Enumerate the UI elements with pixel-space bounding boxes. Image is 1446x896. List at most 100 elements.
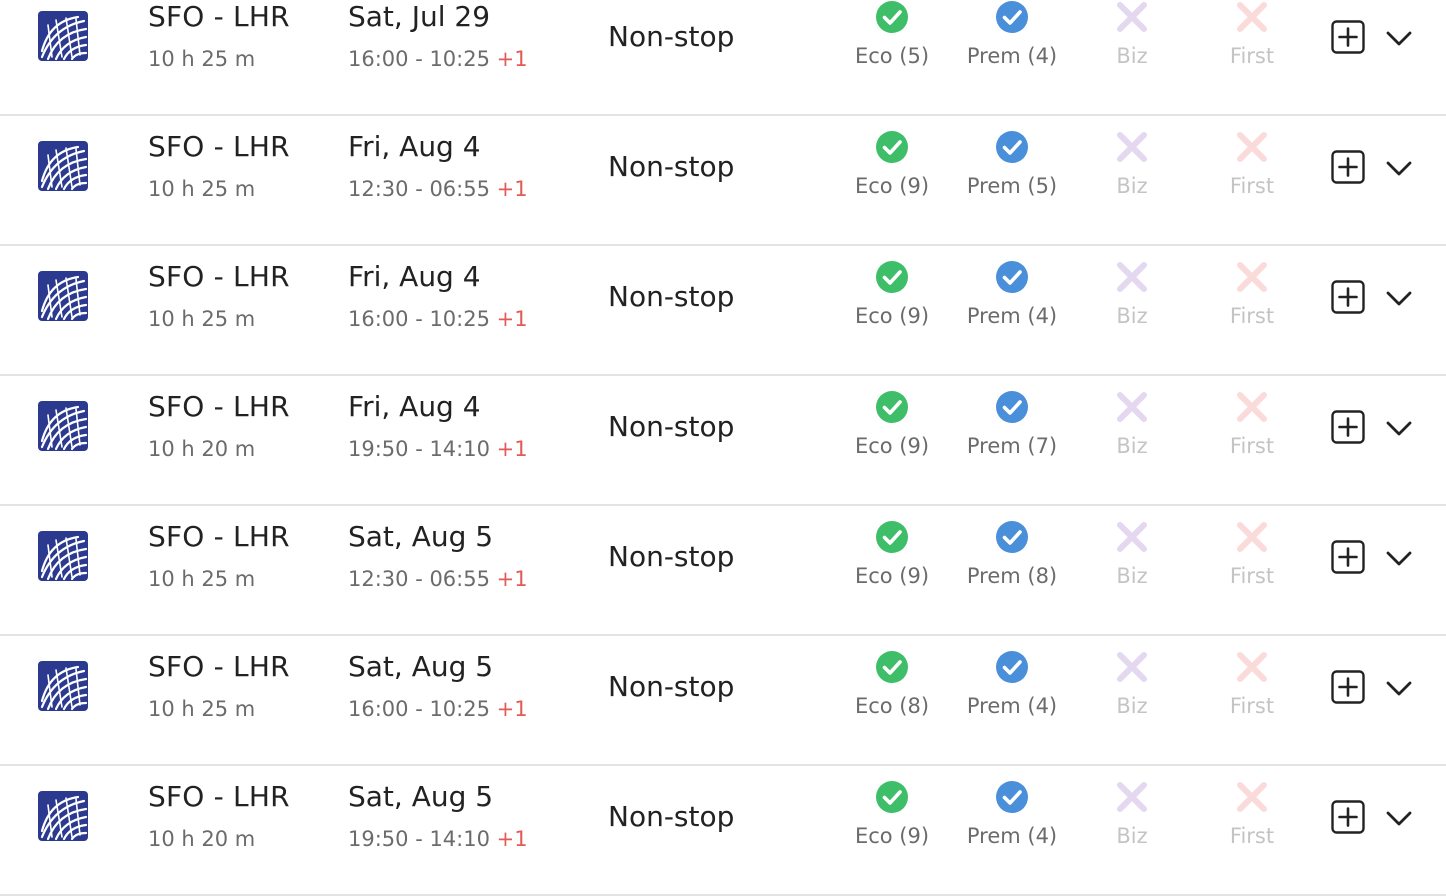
expand-details-button[interactable] (1384, 26, 1414, 50)
expand-details-button[interactable] (1384, 156, 1414, 180)
add-flight-button[interactable] (1331, 670, 1365, 704)
next-day-indicator: +1 (496, 177, 528, 201)
expand-details-button[interactable] (1384, 286, 1414, 310)
add-flight-button[interactable] (1331, 540, 1365, 574)
airline-logo-icon (38, 531, 88, 581)
x-pink-icon (1235, 650, 1269, 684)
airline-logo-icon (38, 271, 88, 321)
flight-row[interactable]: SFO - LHR 10 h 25 m Sat, Aug 5 12:30 - 06:5… (0, 506, 1446, 636)
cabin-prem[interactable]: Prem (5) (947, 130, 1077, 198)
expand-details-button[interactable] (1384, 546, 1414, 570)
x-pink-icon (1235, 520, 1269, 554)
cabin-eco[interactable]: Eco (9) (827, 780, 957, 848)
cabin-eco[interactable]: Eco (9) (827, 390, 957, 458)
cabin-first: First (1187, 780, 1317, 848)
add-flight-button[interactable] (1331, 20, 1365, 54)
plus-square-icon (1331, 410, 1365, 444)
stops-label: Non-stop (608, 150, 735, 183)
stops-label: Non-stop (608, 540, 735, 573)
expand-details-button[interactable] (1384, 806, 1414, 830)
route-label: SFO - LHR (148, 520, 290, 553)
flight-duration: 10 h 25 m (148, 47, 256, 71)
flight-row[interactable]: SFO - LHR 10 h 25 m Fri, Aug 4 12:30 - 06:5… (0, 116, 1446, 246)
flight-date: Fri, Aug 4 (348, 260, 481, 293)
chevron-down-icon (1386, 31, 1412, 46)
flight-times: 19:50 - 14:10 +1 (348, 437, 528, 461)
departure-arrival-times: 16:00 - 10:25 (348, 307, 490, 331)
plus-square-icon (1331, 20, 1365, 54)
flight-row[interactable]: SFO - LHR 10 h 20 m Fri, Aug 4 19:50 - 14:1… (0, 376, 1446, 506)
check-circle-blue-icon (995, 520, 1029, 554)
next-day-indicator: +1 (496, 567, 528, 591)
chevron-down-icon (1386, 551, 1412, 566)
flight-row[interactable]: SFO - LHR 10 h 25 m Fri, Aug 4 16:00 - 10:2… (0, 246, 1446, 376)
stops-label: Non-stop (608, 20, 735, 53)
flight-row[interactable]: SFO - LHR 10 h 25 m Sat, Aug 5 16:00 - 10:2… (0, 636, 1446, 766)
expand-details-button[interactable] (1384, 416, 1414, 440)
x-lavender-icon (1115, 0, 1149, 34)
cabin-eco[interactable]: Eco (9) (827, 130, 957, 198)
check-circle-green-icon (875, 130, 909, 164)
flight-times: 16:00 - 10:25 +1 (348, 697, 528, 721)
cabin-label: Biz (1116, 304, 1148, 328)
cabin-biz: Biz (1067, 780, 1197, 848)
add-flight-button[interactable] (1331, 410, 1365, 444)
cabin-prem[interactable]: Prem (8) (947, 520, 1077, 588)
cabin-biz: Biz (1067, 650, 1197, 718)
cabin-label: Eco (9) (854, 304, 930, 328)
airline-logo-icon (38, 401, 88, 451)
cabin-prem[interactable]: Prem (4) (947, 0, 1077, 68)
cabin-prem[interactable]: Prem (4) (947, 650, 1077, 718)
chevron-down-icon (1386, 811, 1412, 826)
cabin-eco[interactable]: Eco (9) (827, 260, 957, 328)
cabin-eco[interactable]: Eco (5) (827, 0, 957, 68)
plus-square-icon (1331, 150, 1365, 184)
flight-date: Sat, Aug 5 (348, 780, 494, 813)
route-label: SFO - LHR (148, 0, 290, 33)
next-day-indicator: +1 (496, 697, 528, 721)
flight-row[interactable]: SFO - LHR 10 h 25 m Sat, Jul 29 16:00 - 10:… (0, 0, 1446, 116)
check-circle-blue-icon (995, 780, 1029, 814)
departure-arrival-times: 19:50 - 14:10 (348, 437, 490, 461)
check-circle-blue-icon (995, 390, 1029, 424)
cabin-label: Eco (9) (854, 564, 930, 588)
cabin-label: First (1229, 434, 1275, 458)
cabin-label: First (1229, 304, 1275, 328)
cabin-label: Eco (5) (854, 44, 930, 68)
flight-times: 12:30 - 06:55 +1 (348, 177, 528, 201)
chevron-down-icon (1386, 291, 1412, 306)
add-flight-button[interactable] (1331, 800, 1365, 834)
x-pink-icon (1235, 260, 1269, 294)
cabin-first: First (1187, 520, 1317, 588)
cabin-label: Prem (7) (966, 434, 1058, 458)
cabin-label: Prem (4) (966, 304, 1058, 328)
flight-row[interactable]: SFO - LHR 10 h 20 m Sat, Aug 5 19:50 - 14:1… (0, 766, 1446, 896)
x-pink-icon (1235, 0, 1269, 34)
add-flight-button[interactable] (1331, 280, 1365, 314)
cabin-label: Biz (1116, 174, 1148, 198)
cabin-label: Prem (8) (966, 564, 1058, 588)
airline-logo-icon (38, 661, 88, 711)
check-circle-green-icon (875, 260, 909, 294)
stops-label: Non-stop (608, 410, 735, 443)
add-flight-button[interactable] (1331, 150, 1365, 184)
departure-arrival-times: 12:30 - 06:55 (348, 567, 490, 591)
check-circle-blue-icon (995, 130, 1029, 164)
cabin-label: Eco (9) (854, 824, 930, 848)
cabin-prem[interactable]: Prem (4) (947, 780, 1077, 848)
plus-square-icon (1331, 800, 1365, 834)
expand-details-button[interactable] (1384, 676, 1414, 700)
x-pink-icon (1235, 130, 1269, 164)
cabin-prem[interactable]: Prem (4) (947, 260, 1077, 328)
plus-square-icon (1331, 670, 1365, 704)
route-label: SFO - LHR (148, 780, 290, 813)
cabin-label: Biz (1116, 564, 1148, 588)
cabin-eco[interactable]: Eco (9) (827, 520, 957, 588)
cabin-label: First (1229, 564, 1275, 588)
cabin-prem[interactable]: Prem (7) (947, 390, 1077, 458)
flight-date: Sat, Jul 29 (348, 0, 491, 33)
cabin-eco[interactable]: Eco (8) (827, 650, 957, 718)
x-lavender-icon (1115, 520, 1149, 554)
flight-duration: 10 h 25 m (148, 177, 256, 201)
cabin-label: Biz (1116, 824, 1148, 848)
